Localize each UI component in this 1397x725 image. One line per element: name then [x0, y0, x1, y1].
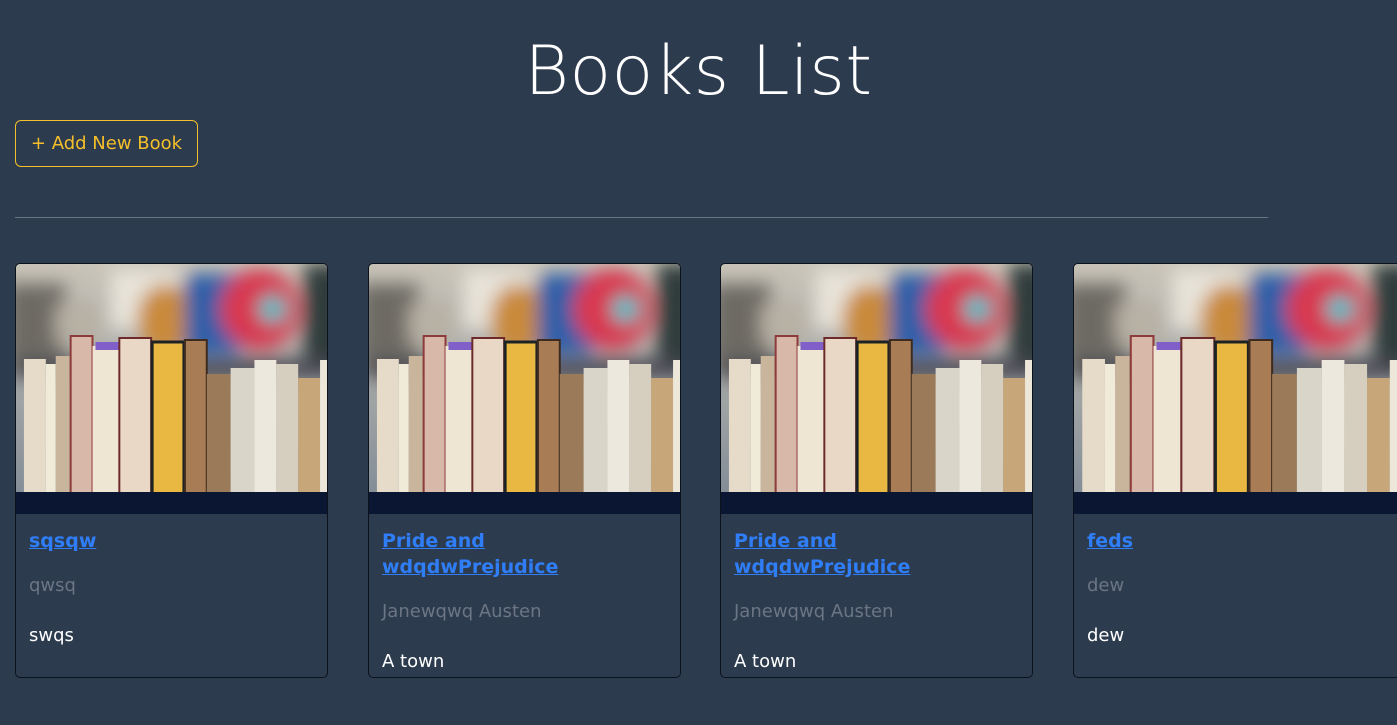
book-description: dew [1087, 625, 1125, 646]
book-title-link[interactable]: feds [1087, 528, 1384, 554]
divider [15, 217, 1268, 218]
bookshelf-image [1074, 264, 1397, 514]
book-author: dew [1087, 575, 1125, 596]
bookshelf-image [721, 264, 1032, 514]
book-description: swqs [29, 625, 74, 646]
book-title-link[interactable]: Pride and wdqdwPrejudice [734, 528, 1019, 580]
bookshelf-image [369, 264, 680, 514]
add-new-book-button[interactable]: + Add New Book [15, 120, 198, 167]
book-author: qwsq [29, 575, 76, 596]
book-author: Janewqwq Austen [382, 601, 542, 622]
book-card: sqsqw qwsq swqs [15, 263, 328, 678]
book-description: A town wwddwqwdqwqdwqhere lived [382, 651, 445, 672]
book-description: A town wwddwqwdqwqdwqhere lived [734, 651, 797, 672]
book-author: Janewqwq Austen [734, 601, 894, 622]
book-card: Pride and wdqdwPrejudice Janewqwq Austen… [720, 263, 1033, 678]
page-title: Books List [524, 32, 873, 111]
book-card-list: sqsqw qwsq swqs Pride and wdqdwPrejudice… [15, 263, 1397, 678]
books-page: Books List + Add New Book sqsqw qwsq swq… [0, 0, 1397, 725]
book-title-link[interactable]: sqsqw [29, 528, 314, 554]
book-card: Pride and wdqdwPrejudice Janewqwq Austen… [368, 263, 681, 678]
bookshelf-image [16, 264, 327, 514]
book-card: feds dew dew [1073, 263, 1397, 678]
book-title-link[interactable]: Pride and wdqdwPrejudice [382, 528, 667, 580]
